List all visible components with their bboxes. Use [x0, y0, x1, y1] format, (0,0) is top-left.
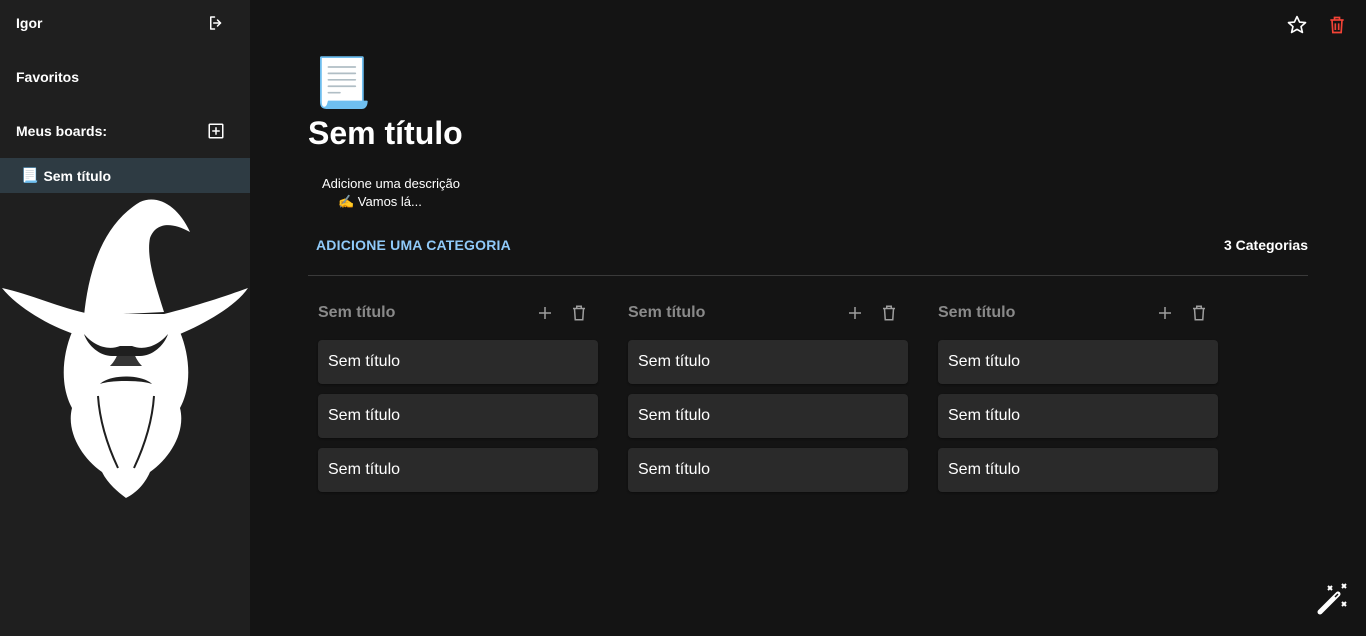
favorites-label: Favoritos	[16, 69, 80, 85]
wizard-logo	[2, 199, 248, 498]
task-card[interactable]: Sem título	[628, 448, 908, 492]
category-column: Sem título Sem título Sem título Sem tít…	[938, 300, 1218, 492]
description-label: Adicione uma descrição	[322, 176, 461, 191]
description-input[interactable]: ✍️ Vamos lá...	[338, 194, 422, 210]
column-title[interactable]: Sem título	[318, 304, 395, 322]
trash-icon[interactable]	[1326, 14, 1348, 36]
add-box-icon[interactable]	[206, 121, 226, 141]
category-count: 3 Categorias	[1223, 237, 1308, 253]
document-icon: 📃	[21, 167, 39, 183]
plus-icon[interactable]	[1154, 302, 1176, 324]
plus-icon[interactable]	[534, 302, 556, 324]
category-column: Sem título Sem título Sem título Sem tít…	[318, 300, 598, 492]
user-name: Igor	[16, 15, 43, 31]
category-column: Sem título Sem título Sem título Sem tít…	[628, 300, 908, 492]
column-header: Sem título	[938, 300, 1218, 326]
task-card[interactable]: Sem título	[318, 340, 598, 384]
task-card[interactable]: Sem título	[938, 448, 1218, 492]
sidebar-item-board[interactable]: 📃 Sem título	[0, 158, 250, 193]
trash-icon[interactable]	[1188, 302, 1210, 324]
divider	[308, 275, 1308, 276]
column-title[interactable]: Sem título	[938, 304, 1015, 322]
sidebar-item-label: Sem título	[43, 167, 112, 184]
trash-icon[interactable]	[568, 302, 590, 324]
star-outline-icon[interactable]	[1286, 14, 1308, 36]
magic-wand-icon[interactable]	[1316, 582, 1350, 616]
plus-icon[interactable]	[844, 302, 866, 324]
task-card[interactable]: Sem título	[938, 394, 1218, 438]
logout-icon[interactable]	[206, 13, 226, 33]
board-emoji[interactable]: 📃	[312, 56, 372, 112]
my-boards-heading: Meus boards:	[0, 117, 250, 145]
task-card[interactable]: Sem título	[628, 340, 908, 384]
trash-icon[interactable]	[878, 302, 900, 324]
task-card[interactable]: Sem título	[628, 394, 908, 438]
my-boards-label: Meus boards:	[16, 123, 108, 139]
column-header: Sem título	[628, 300, 908, 326]
board-actions	[1286, 14, 1348, 36]
task-card[interactable]: Sem título	[318, 394, 598, 438]
task-card[interactable]: Sem título	[318, 448, 598, 492]
sidebar-user-row: Igor	[0, 9, 250, 37]
column-header: Sem título	[318, 300, 598, 326]
column-title[interactable]: Sem título	[628, 304, 705, 322]
sidebar: Igor Favoritos Meus boards: 📃 Sem título	[0, 0, 250, 636]
favorites-heading: Favoritos	[0, 63, 250, 91]
add-category-button[interactable]: Adicione uma categoria	[316, 237, 511, 253]
task-card[interactable]: Sem título	[938, 340, 1218, 384]
board-title[interactable]: Sem título	[308, 115, 463, 152]
